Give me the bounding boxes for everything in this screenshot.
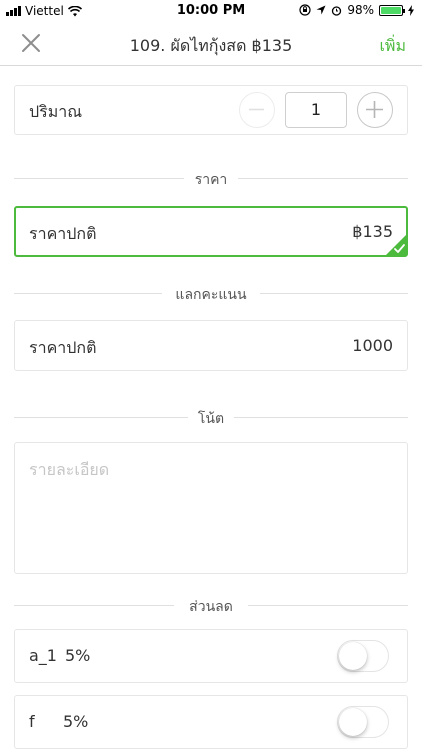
battery-percent: 98%	[347, 3, 374, 17]
quantity-row: ปริมาณ 1	[14, 85, 408, 135]
minus-icon	[249, 108, 264, 111]
rotation-lock-icon	[299, 4, 311, 16]
points-option-regular[interactable]: ราคาปกติ 1000	[14, 320, 408, 371]
location-icon	[316, 5, 326, 15]
status-bar: Viettel 10:00 PM 98%	[0, 0, 422, 22]
price-option-regular[interactable]: ราคาปกติ ฿135	[14, 206, 408, 257]
discount-item: a_1 5%	[14, 629, 408, 683]
discount-name: f	[29, 712, 35, 731]
price-option-label: ราคาปกติ	[29, 224, 97, 243]
discount-section-label: ส่วนลด	[189, 599, 233, 615]
page-title: 109. ผัดไทกุ้งสด ฿135	[129, 36, 293, 55]
note-field[interactable]: รายละเอียด	[14, 442, 408, 574]
note-placeholder: รายละเอียด	[29, 460, 110, 479]
increment-button[interactable]	[357, 92, 393, 128]
discount-item: f 5%	[14, 695, 408, 749]
battery-icon	[379, 4, 405, 16]
discount-percent: 5%	[65, 646, 91, 665]
status-right: 98%	[299, 3, 414, 17]
quantity-label: ปริมาณ	[29, 102, 83, 121]
decrement-button[interactable]	[239, 92, 275, 128]
quantity-input[interactable]: 1	[285, 92, 347, 128]
points-option-label: ราคาปกติ	[29, 338, 97, 357]
alarm-icon	[332, 5, 342, 16]
points-section-header: แลกคะแนน	[14, 283, 408, 303]
points-option-value: 1000	[352, 336, 393, 355]
navbar: 109. ผัดไทกุ้งสด ฿135 เพิ่ม	[0, 22, 422, 66]
plus-icon	[366, 101, 383, 118]
discount-section-header: ส่วนลด	[14, 595, 408, 615]
points-section-label: แลกคะแนน	[175, 287, 247, 303]
discount-name: a_1	[29, 646, 57, 665]
check-icon	[385, 234, 407, 256]
discount-toggle[interactable]	[337, 706, 389, 738]
note-section-label: โน้ต	[197, 411, 225, 427]
note-section-header: โน้ต	[14, 407, 408, 427]
add-button[interactable]: เพิ่ม	[379, 34, 406, 59]
toggle-knob	[339, 642, 367, 670]
toggle-knob	[339, 708, 367, 736]
price-section-header: ราคา	[14, 168, 408, 188]
charging-icon	[408, 4, 414, 16]
discount-percent: 5%	[63, 712, 89, 731]
discount-toggle[interactable]	[337, 640, 389, 672]
price-section-label: ราคา	[194, 172, 228, 188]
